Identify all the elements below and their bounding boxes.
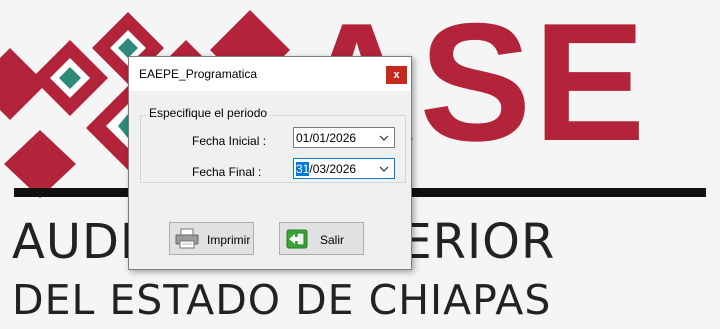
org-name-line2: DEL ESTADO DE CHIAPAS [12, 276, 552, 324]
fecha-final-rest: /03/2026 [309, 162, 357, 176]
fecha-inicial-label: Fecha Inicial : [192, 134, 267, 148]
fecha-final-value: 31/03/2026 [296, 162, 356, 176]
group-label: Especifique el periodo [146, 106, 271, 120]
fecha-inicial-value: 01/01/2026 [296, 131, 357, 145]
dialog-titlebar[interactable]: EAEPE_Programatica x [129, 57, 411, 91]
printer-icon [175, 228, 199, 249]
imprimir-label: Imprimir [207, 233, 251, 247]
salir-button[interactable]: Salir [279, 222, 364, 255]
imprimir-button[interactable]: Imprimir [169, 222, 254, 255]
fecha-final-picker[interactable]: 31/03/2026 [293, 158, 395, 179]
selected-day: 31 [296, 162, 310, 176]
exit-icon [286, 229, 308, 249]
period-dialog: EAEPE_Programatica x Especifique el peri… [128, 56, 412, 270]
dialog-title: EAEPE_Programatica [139, 67, 258, 81]
fecha-inicial-picker[interactable]: 01/01/2026 [293, 127, 395, 148]
close-button[interactable]: x [386, 66, 407, 84]
salir-label: Salir [320, 233, 345, 247]
chevron-down-icon[interactable] [377, 160, 391, 178]
fecha-final-label: Fecha Final : [192, 165, 262, 179]
chevron-down-icon[interactable] [377, 129, 391, 147]
